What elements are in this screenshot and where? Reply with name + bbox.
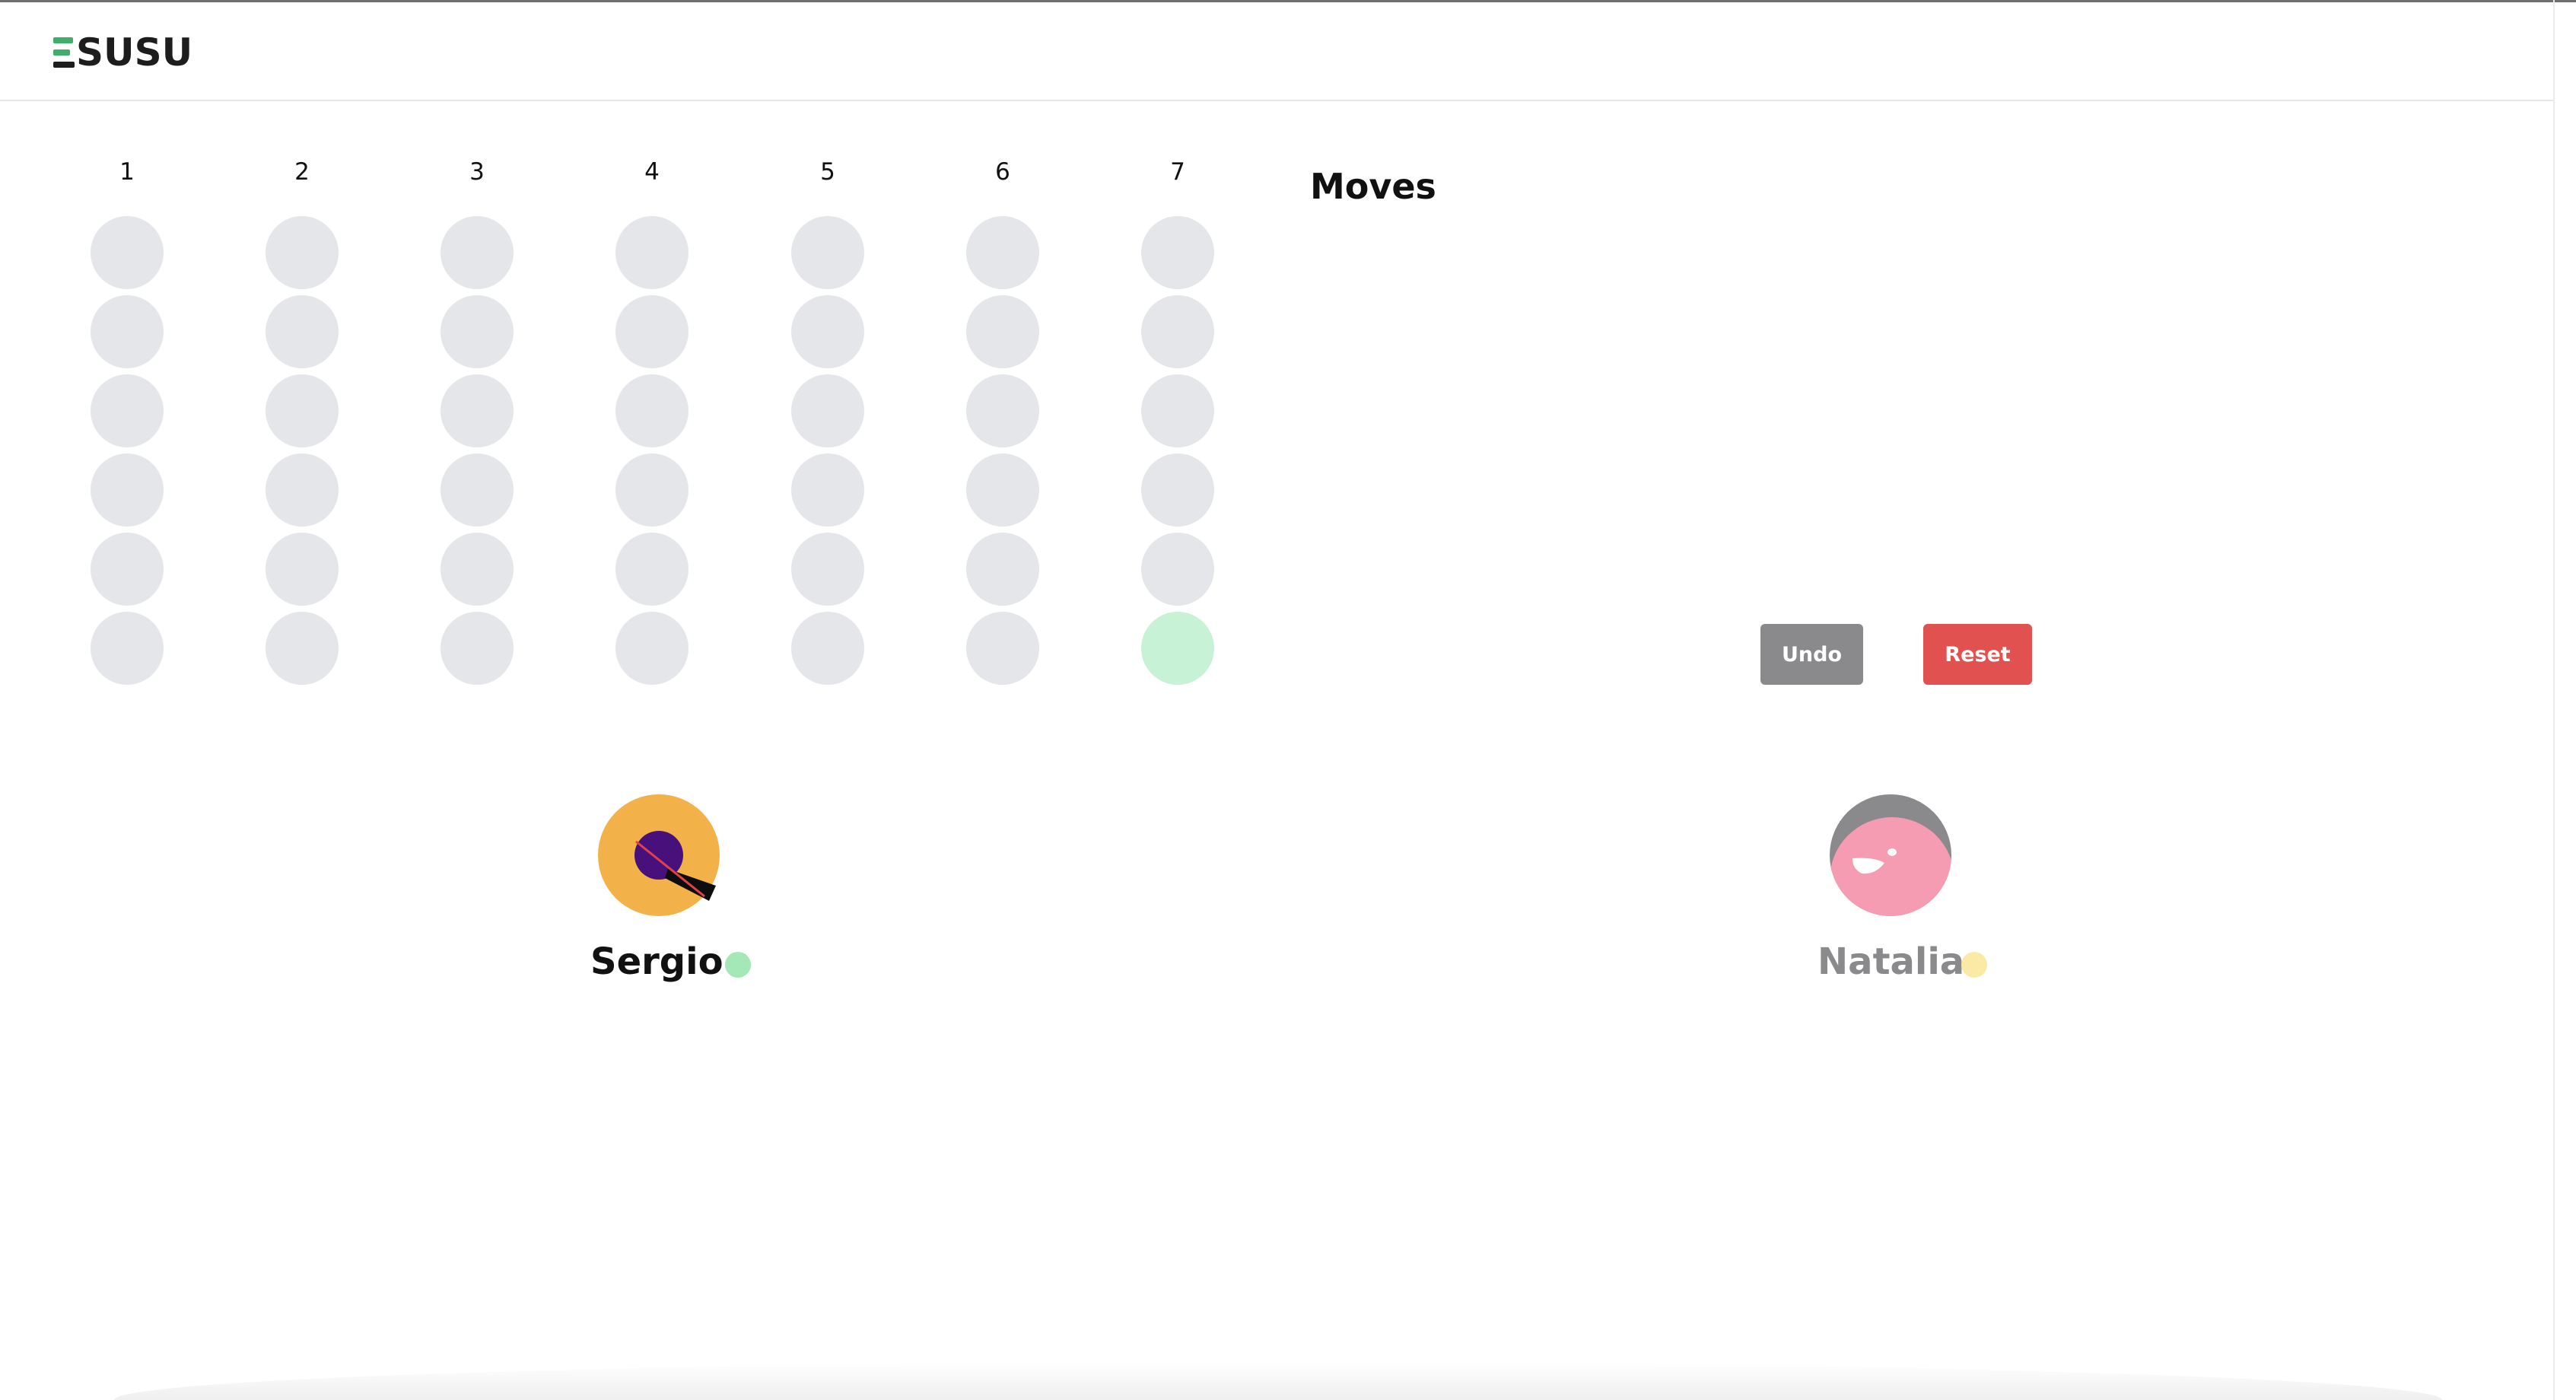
board-slot[interactable]: [1141, 453, 1214, 527]
board-slot[interactable]: [1141, 295, 1214, 368]
player-2-turn-indicator: [1961, 952, 1987, 978]
column-label-4: 4: [644, 158, 660, 186]
board-slot[interactable]: [966, 295, 1039, 368]
board-slot[interactable]: [615, 216, 689, 289]
logo-mark-icon: [53, 36, 75, 69]
bottom-edge-shadow: [114, 1362, 2442, 1400]
board-slot[interactable]: [91, 612, 164, 685]
board-slot[interactable]: [791, 374, 864, 447]
board-slot[interactable]: [91, 295, 164, 368]
orange-avatar-icon: [598, 794, 720, 916]
board-slot[interactable]: [266, 453, 339, 527]
board-slot[interactable]: [966, 374, 1039, 447]
board-slot[interactable]: [91, 374, 164, 447]
column-label-2: 2: [294, 158, 310, 186]
board-slot[interactable]: [440, 533, 514, 606]
board-slot[interactable]: [266, 216, 339, 289]
board-slot[interactable]: [266, 295, 339, 368]
board-slot[interactable]: [266, 374, 339, 447]
logo-text: SUSU: [76, 30, 193, 75]
board-slot[interactable]: [91, 216, 164, 289]
player-2-name: Natalia: [1818, 940, 1965, 983]
board-slot[interactable]: [966, 612, 1039, 685]
board-slot[interactable]: [615, 453, 689, 527]
board-slot[interactable]: [440, 374, 514, 447]
board-slot[interactable]: [440, 612, 514, 685]
logo[interactable]: SUSU: [53, 31, 192, 74]
undo-button[interactable]: Undo: [1760, 624, 1863, 685]
board-slot[interactable]: [440, 295, 514, 368]
board-slot[interactable]: [791, 533, 864, 606]
moves-title: Moves: [1310, 166, 1436, 207]
player-1-avatar: [598, 794, 720, 916]
board-slot[interactable]: [615, 612, 689, 685]
board-slot[interactable]: [791, 295, 864, 368]
board-slot[interactable]: [440, 453, 514, 527]
board-slot[interactable]: [615, 533, 689, 606]
board-slot[interactable]: [266, 612, 339, 685]
board-slot[interactable]: [1141, 216, 1214, 289]
reset-button[interactable]: Reset: [1923, 624, 2032, 685]
board-slot[interactable]: [791, 612, 864, 685]
board-slot[interactable]: [91, 533, 164, 606]
player-1-name: Sergio: [590, 940, 724, 983]
player-2-avatar: [1830, 794, 1951, 916]
column-label-5: 5: [820, 158, 835, 186]
board-slot[interactable]: [266, 533, 339, 606]
window-right-border: [2553, 0, 2555, 1400]
board-slot[interactable]: [791, 453, 864, 527]
board-slot[interactable]: [791, 216, 864, 289]
moves-list: [1310, 228, 2071, 593]
app-header: SUSU: [0, 2, 2553, 101]
board-slot[interactable]: [1141, 533, 1214, 606]
board-slot[interactable]: [615, 374, 689, 447]
column-label-6: 6: [995, 158, 1010, 186]
board-slot[interactable]: [966, 453, 1039, 527]
player-1-turn-indicator: [725, 952, 751, 978]
board-slot[interactable]: [615, 295, 689, 368]
board-slot[interactable]: [966, 533, 1039, 606]
pink-face-avatar-icon: [1830, 794, 1951, 916]
board-slot[interactable]: [966, 216, 1039, 289]
board-slot[interactable]: [1141, 612, 1214, 685]
board-slot[interactable]: [440, 216, 514, 289]
column-label-7: 7: [1170, 158, 1185, 186]
board-slot[interactable]: [1141, 374, 1214, 447]
column-label-3: 3: [469, 158, 485, 186]
column-label-1: 1: [119, 158, 135, 186]
board-slot[interactable]: [91, 453, 164, 527]
